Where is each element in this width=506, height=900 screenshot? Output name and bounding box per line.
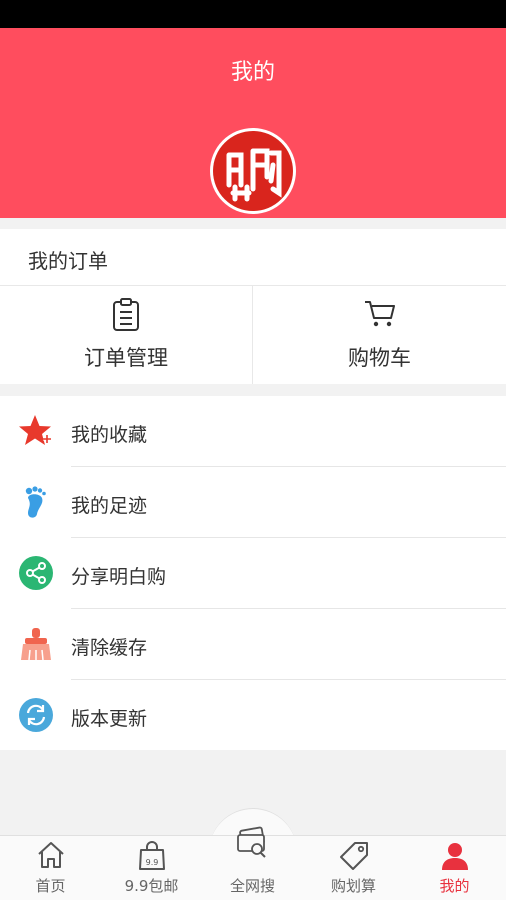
shopping-cart-button[interactable]: 购物车 — [253, 286, 506, 384]
tab-label: 首页 — [35, 877, 66, 895]
menu-item-version-update[interactable]: 版本更新 — [0, 680, 506, 751]
menu-label: 版本更新 — [71, 708, 148, 730]
menu-item-footprints[interactable]: 我的足迹 — [0, 467, 506, 538]
share-icon — [18, 555, 54, 591]
profile-header: 我的 — [0, 28, 506, 218]
tag-icon — [339, 841, 369, 875]
tab-search[interactable]: 全网搜 — [202, 826, 303, 900]
order-management-label: 订单管理 — [84, 346, 168, 370]
broom-icon — [18, 626, 54, 662]
tab-deals[interactable]: 购划算 — [303, 835, 404, 900]
menu-item-clear-cache[interactable]: 清除缓存 — [0, 609, 506, 680]
search-cards-icon — [235, 825, 271, 865]
app-logo — [210, 128, 296, 214]
menu-label: 分享明白购 — [71, 566, 167, 588]
page-title: 我的 — [230, 60, 275, 85]
menu-item-favorites[interactable]: 我的收藏 — [0, 396, 506, 467]
menu-item-share[interactable]: 分享明白购 — [0, 538, 506, 609]
footprint-icon — [18, 484, 54, 520]
tab-label: 9.9包邮 — [124, 877, 179, 895]
orders-section-title: 我的订单 — [28, 249, 108, 273]
menu-label: 我的收藏 — [71, 424, 148, 446]
home-icon — [36, 841, 66, 873]
star-plus-icon — [18, 413, 54, 449]
tab-label: 我的 — [439, 877, 470, 895]
menu-label: 清除缓存 — [71, 637, 148, 659]
clipboard-icon — [111, 298, 141, 336]
order-management-button[interactable]: 订单管理 — [0, 286, 253, 384]
logo-mark-icon — [226, 148, 282, 202]
tab-label: 全网搜 — [229, 877, 275, 895]
tab-home[interactable]: 首页 — [0, 835, 101, 900]
svg-text:9.9: 9.9 — [145, 858, 158, 867]
tab-mine[interactable]: 我的 — [404, 835, 505, 900]
cart-icon — [363, 298, 397, 332]
tab-free-shipping[interactable]: 9.9 9.9包邮 — [101, 835, 202, 900]
settings-menu: 我的收藏 我的足迹 分享明白购 清除缓存 版本更新 — [0, 396, 506, 750]
status-bar — [0, 0, 506, 28]
tab-label: 购划算 — [330, 877, 376, 895]
shopping-cart-label: 购物车 — [348, 346, 411, 370]
user-icon — [440, 841, 470, 875]
bag-icon: 9.9 — [137, 841, 167, 875]
menu-label: 我的足迹 — [71, 495, 148, 517]
refresh-icon — [18, 697, 54, 733]
orders-card: 我的订单 订单管理 购物车 — [0, 229, 506, 384]
